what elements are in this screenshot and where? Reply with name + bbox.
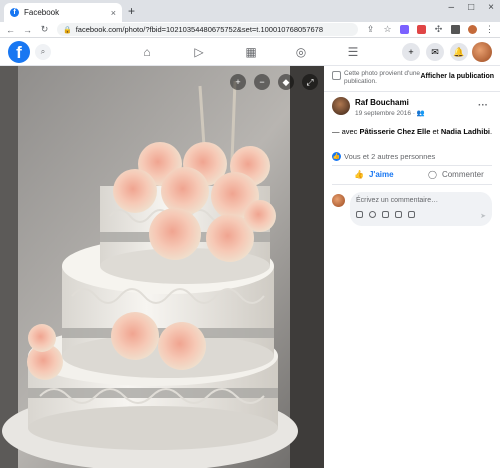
emoji-icon[interactable] [369, 211, 376, 218]
comment-button[interactable]: ◯ Commenter [428, 170, 484, 179]
profile-avatar[interactable] [468, 25, 477, 34]
like-reaction-icon: 👍 [332, 152, 341, 161]
forward-icon[interactable]: → [23, 25, 32, 35]
more-options-icon[interactable]: ··· [478, 100, 488, 111]
tag-icon[interactable]: ◆ [278, 74, 294, 90]
reload-icon[interactable]: ↻ [40, 24, 49, 35]
back-icon[interactable]: ← [6, 25, 15, 35]
new-tab-button[interactable]: + [128, 4, 135, 18]
photo-viewer: + − ◆ ⤢ [0, 66, 324, 468]
marketplace-icon[interactable]: ▦ [244, 45, 258, 59]
extension-icon[interactable] [417, 25, 426, 34]
extension-icon[interactable] [400, 25, 409, 34]
bookmark-star-icon[interactable]: ☆ [383, 24, 392, 35]
maximize-icon[interactable]: □ [468, 2, 474, 13]
notice-text: Cette photo provient d'une publication. [344, 70, 421, 85]
post-date: 19 septembre 2016 · 👥 [355, 110, 425, 117]
home-icon[interactable]: ⌂ [140, 45, 154, 59]
comment-label: Commenter [441, 170, 484, 179]
tag-link[interactable]: Nadia Ladhibi [441, 127, 490, 136]
commenter-avatar [332, 194, 345, 207]
facebook-favicon-icon: f [10, 8, 19, 17]
search-icon[interactable]: ⌕ [35, 44, 51, 60]
lock-icon: 🔒 [63, 26, 72, 34]
send-icon[interactable]: ➤ [480, 212, 486, 220]
tag-link[interactable]: Pâtisserie Chez Elle [360, 127, 431, 136]
zoom-in-icon[interactable]: + [230, 74, 246, 90]
extensions-puzzle-icon[interactable]: ✣ [434, 24, 443, 35]
browser-tabbar: f Facebook × + – □ × [0, 0, 500, 22]
gif-icon[interactable] [395, 211, 402, 218]
comment-icon: ◯ [428, 170, 437, 179]
thumbs-up-icon: 👍 [354, 170, 364, 179]
notifications-icon[interactable]: 🔔 [450, 43, 468, 61]
publication-notice: Cette photo provient d'une publication. [332, 70, 424, 86]
wedding-cake-photo [0, 66, 324, 468]
info-icon [332, 71, 341, 80]
facebook-header: f ⌕ ⌂ ▷ ▦ ◎ ☰ + ✉ 🔔 [0, 38, 500, 66]
create-icon[interactable]: + [402, 43, 420, 61]
reactions-text: Vous et 2 autres personnes [344, 152, 436, 161]
groups-icon[interactable]: ◎ [294, 45, 308, 59]
zoom-out-icon[interactable]: − [254, 74, 270, 90]
reactions-summary[interactable]: 👍 Vous et 2 autres personnes [332, 152, 435, 161]
address-bar: ← → ↻ 🔒 facebook.com/photo/?fbid=1021035… [0, 22, 500, 38]
share-icon[interactable]: ⇪ [366, 24, 375, 35]
avatar-sticker-icon[interactable] [356, 211, 363, 218]
divider [332, 165, 492, 166]
url-text: facebook.com/photo/?fbid=102103544806757… [75, 25, 324, 34]
tab-title: Facebook [24, 8, 60, 17]
messenger-icon[interactable]: ✉ [426, 43, 444, 61]
author-name[interactable]: Raf Bouchami [355, 98, 409, 107]
minimize-icon[interactable]: – [449, 2, 455, 13]
account-avatar[interactable] [472, 42, 492, 62]
privacy-icon: 👥 [416, 110, 425, 117]
sticker-icon[interactable] [408, 211, 415, 218]
fullscreen-icon[interactable]: ⤢ [302, 74, 318, 90]
browser-menu-icon[interactable]: ⋮ [485, 24, 494, 35]
menu-icon[interactable]: ☰ [346, 45, 360, 59]
url-input[interactable]: 🔒 facebook.com/photo/?fbid=1021035448067… [57, 23, 358, 36]
post-side-panel: Cette photo provient d'une publication. … [324, 66, 500, 468]
close-window-icon[interactable]: × [488, 2, 494, 13]
close-tab-icon[interactable]: × [111, 8, 116, 18]
divider [324, 91, 500, 92]
side-panel-icon[interactable] [451, 25, 460, 34]
like-label: J'aime [368, 170, 394, 179]
like-button[interactable]: 👍 J'aime [354, 170, 394, 179]
facebook-logo-icon[interactable]: f [8, 41, 30, 63]
window-controls: – □ × [449, 2, 494, 13]
author-avatar[interactable] [332, 97, 350, 115]
divider [332, 184, 492, 185]
post-text: — avec Pâtisserie Chez Elle et Nadia Lad… [332, 127, 493, 136]
browser-tab[interactable]: f Facebook × [4, 3, 122, 22]
comment-input[interactable]: Écrivez un commentaire… ➤ [350, 192, 492, 226]
watch-icon[interactable]: ▷ [192, 45, 206, 59]
comment-tools [356, 211, 415, 218]
comment-placeholder: Écrivez un commentaire… [356, 197, 439, 204]
show-publication-link[interactable]: Afficher la publication [420, 73, 494, 80]
camera-icon[interactable] [382, 211, 389, 218]
